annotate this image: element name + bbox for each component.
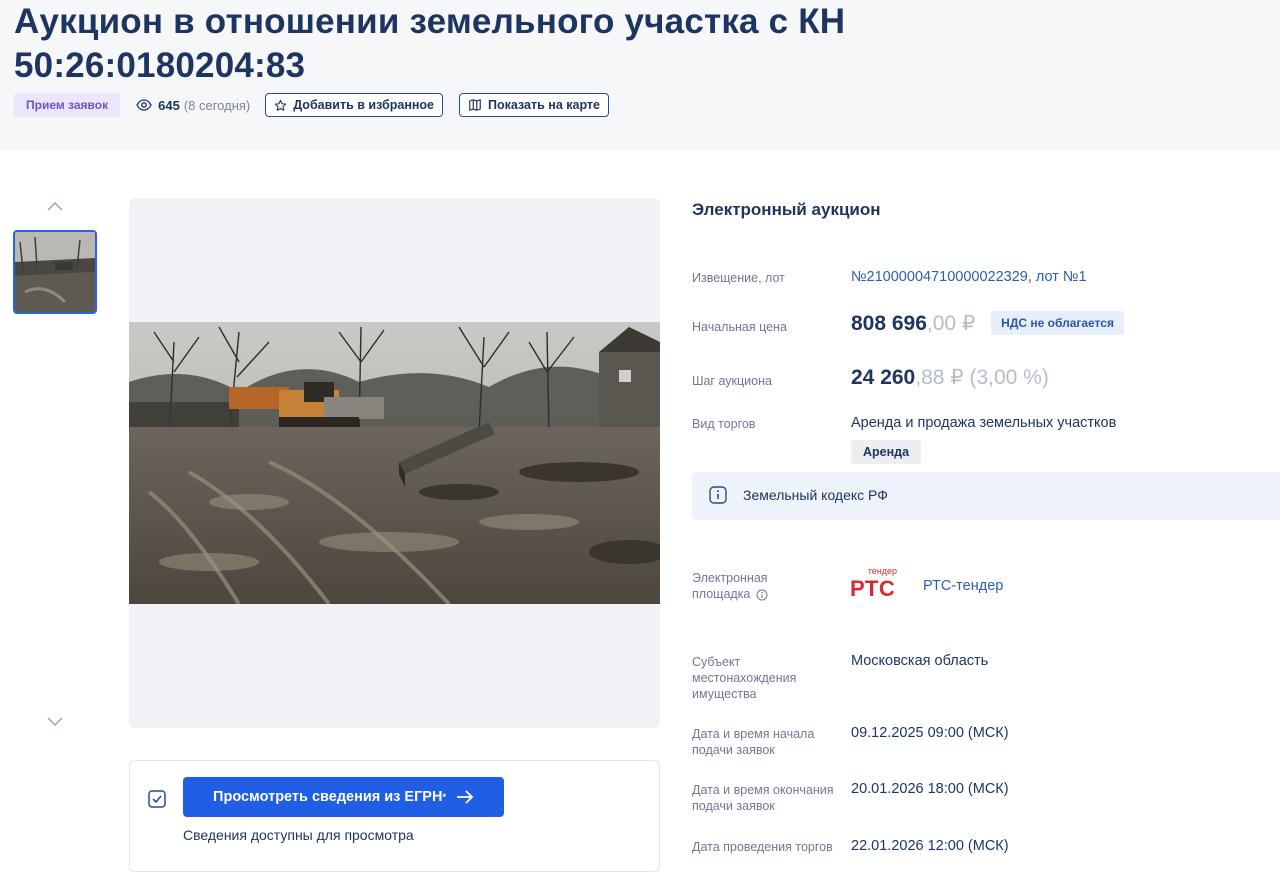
header-meta: Прием заявок 645 (8 сегодня) Добавить в … <box>14 93 610 117</box>
platform-label: Электронная площадка <box>692 570 822 602</box>
region-value: Московская область <box>851 653 989 669</box>
view-egrn-footnote-mark: * <box>442 792 446 802</box>
trade-tag: Аренда <box>851 440 922 464</box>
law-info-box: Земельный кодекс РФ <box>692 472 1280 520</box>
thumbnail-image <box>15 232 95 312</box>
platform-link[interactable]: РТС-тендер <box>923 578 1003 594</box>
view-egrn-label: Просмотреть сведения из ЕГРН <box>213 789 443 805</box>
add-to-favorites-button[interactable]: Добавить в избранное <box>265 93 444 117</box>
gallery-thumbnail[interactable] <box>13 230 97 314</box>
egrn-note: Сведения доступны для просмотра <box>183 827 414 843</box>
start-price-integer: 808 696 <box>851 312 927 335</box>
notice-link[interactable]: №21000004710000022329, лот №1 <box>851 269 1087 285</box>
auction-type-title: Электронный аукцион <box>692 200 881 219</box>
start-date-value: 09.12.2025 09:00 (МСК) <box>851 725 1009 741</box>
view-egrn-button[interactable]: Просмотреть сведения из ЕГРН * <box>183 777 504 817</box>
status-badge: Прием заявок <box>14 93 121 117</box>
egrn-panel: Просмотреть сведения из ЕГРН * Сведения д… <box>129 760 660 872</box>
eye-icon <box>136 99 152 111</box>
start-price-decimal: ,00 ₽ <box>926 312 976 335</box>
add-to-favorites-label: Добавить в избранное <box>293 98 435 112</box>
region-label: Субъект местонахождения имущества <box>692 655 797 701</box>
show-on-map-button[interactable]: Показать на карте <box>459 93 610 117</box>
info-icon <box>709 486 727 504</box>
views-counter: 645 (8 сегодня) <box>136 98 250 113</box>
main-photo <box>129 322 660 604</box>
end-date-label: Дата и время окончания подачи заявок <box>692 783 834 813</box>
page-header: Аукцион в отношении земельного участка с… <box>0 0 1280 150</box>
auction-date-value: 22.01.2026 12:00 (МСК) <box>851 838 1009 854</box>
auction-step-label: Шаг аукциона <box>692 374 772 388</box>
notice-label: Извещение, лот <box>692 271 785 285</box>
views-count: 645 <box>158 97 180 113</box>
views-today: (8 сегодня) <box>183 97 251 113</box>
gallery-down-arrow-icon[interactable] <box>46 716 64 728</box>
checkbox-checked-icon[interactable] <box>148 790 166 808</box>
start-price: 808 696,00 ₽ НДС не облагается <box>851 311 1124 336</box>
star-icon <box>274 99 287 111</box>
vat-badge: НДС не облагается <box>991 311 1124 335</box>
law-info-text: Земельный кодекс РФ <box>743 487 888 503</box>
question-icon[interactable] <box>756 589 768 601</box>
page-title: Аукцион в отношении земельного участка с… <box>14 2 846 85</box>
trade-type-label: Вид торгов <box>692 417 756 431</box>
map-icon <box>469 99 481 111</box>
show-on-map-label: Показать на карте <box>488 98 601 112</box>
auction-step: 24 260,88 ₽ (3,00 %) <box>851 365 1049 390</box>
end-date-value: 20.01.2026 18:00 (МСК) <box>851 781 1009 797</box>
auction-step-decimal: ,88 ₽ (3,00 %) <box>915 366 1049 389</box>
start-date-label: Дата и время начала подачи заявок <box>692 727 815 757</box>
auction-step-integer: 24 260 <box>851 366 916 389</box>
rts-logo-big-text: РТС <box>850 576 896 601</box>
auction-date-label: Дата проведения торгов <box>692 840 833 854</box>
trade-type-value: Аренда и продажа земельных участков <box>851 415 1117 431</box>
main-photo-frame[interactable] <box>129 198 660 728</box>
arrow-right-icon <box>456 790 474 804</box>
rts-tender-logo: тендер РТС <box>850 566 898 601</box>
gallery-up-arrow-icon[interactable] <box>46 200 64 212</box>
start-price-label: Начальная цена <box>692 320 787 334</box>
rts-logo-small-text: тендер <box>867 566 897 576</box>
